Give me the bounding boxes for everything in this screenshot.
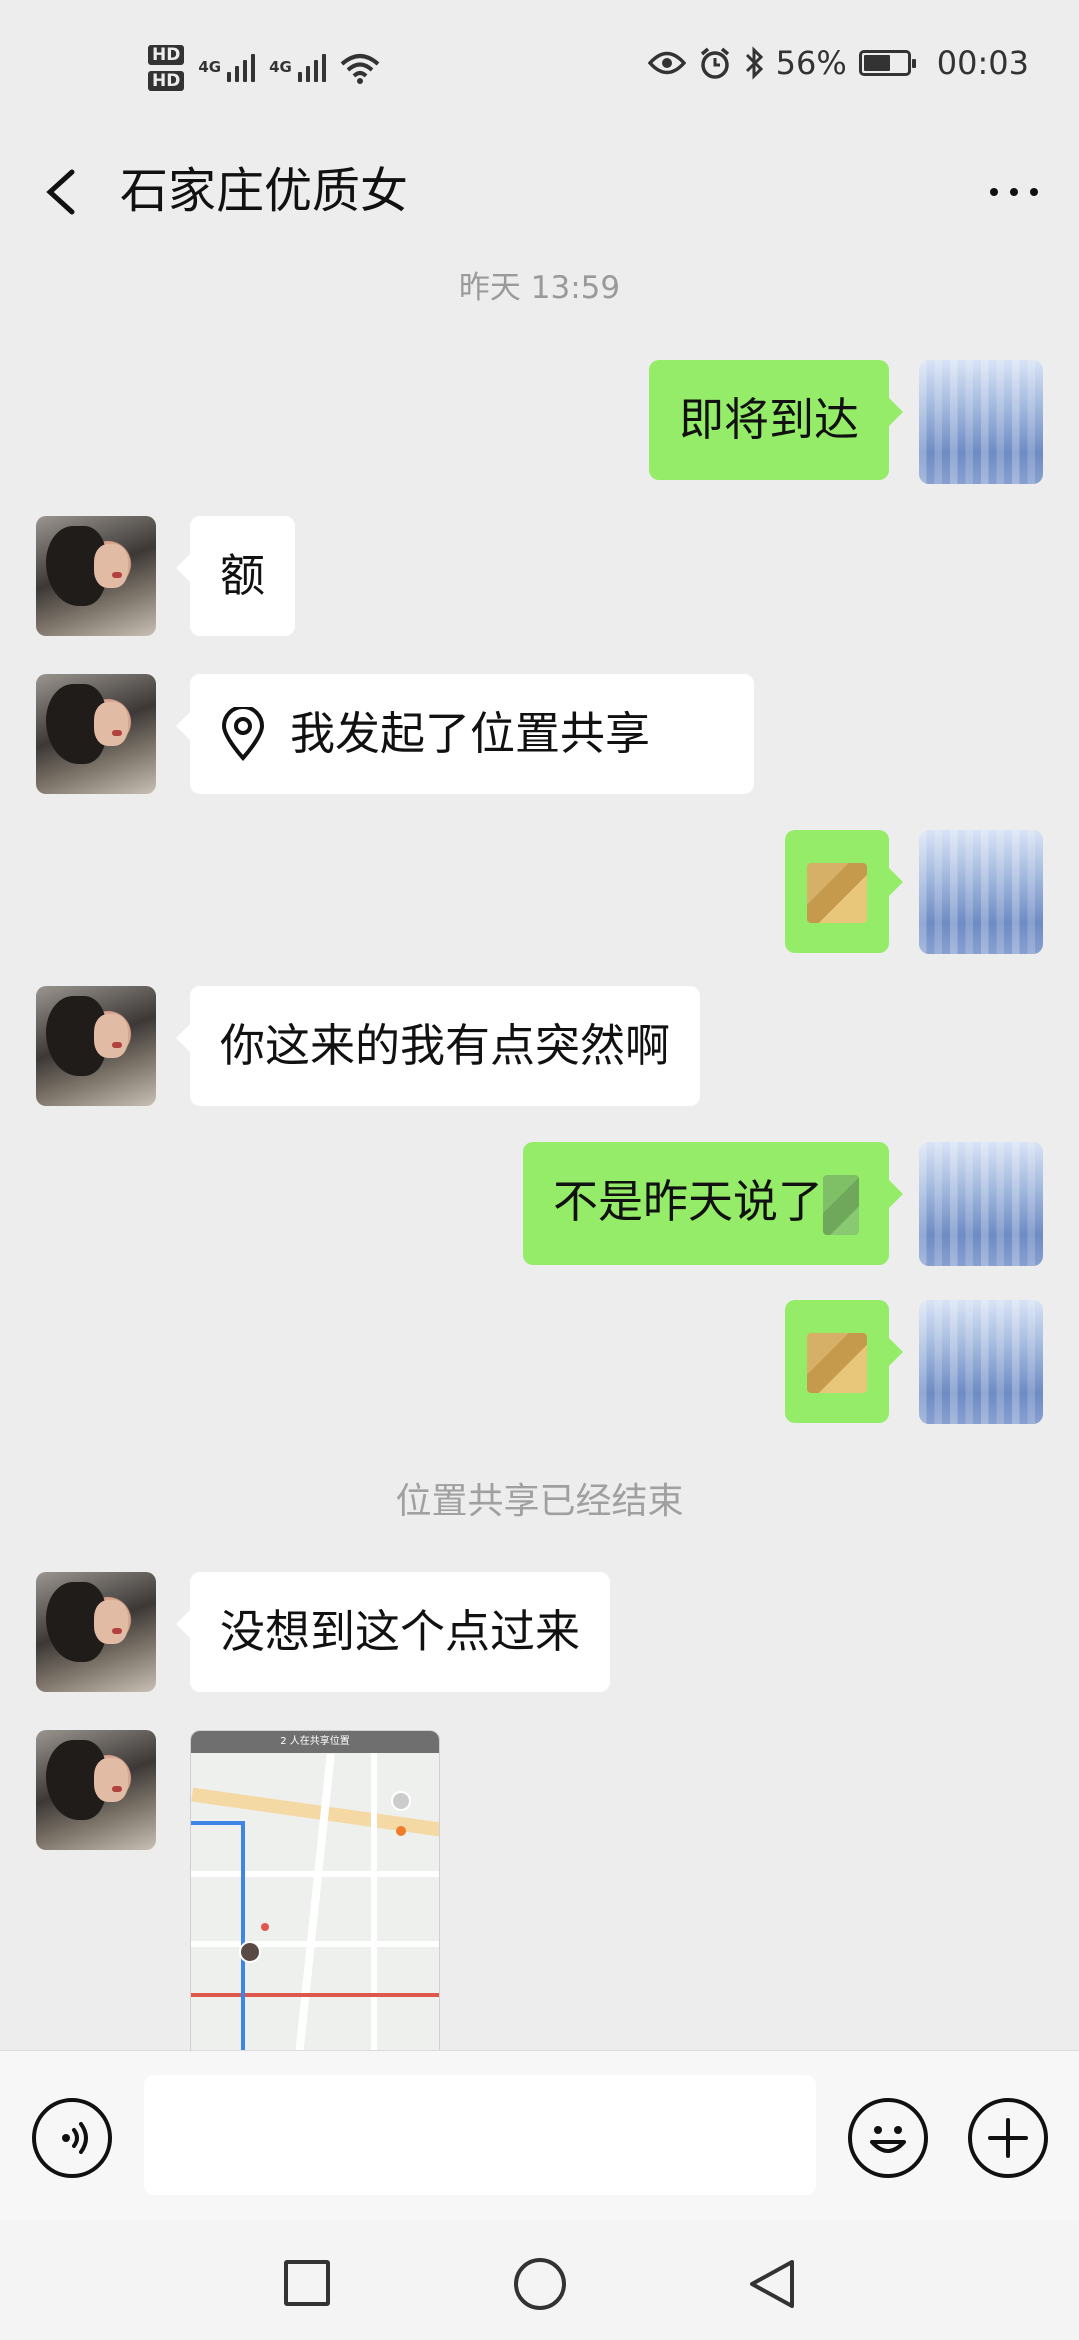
network-indicators: HD HD 4G 4G (148, 38, 380, 98)
voice-icon[interactable] (32, 2098, 112, 2178)
map-poi-marker (396, 1826, 406, 1836)
message-timestamp: 昨天 13:59 (458, 270, 621, 306)
more-dots-icon[interactable] (979, 162, 1049, 222)
map-poi-marker (261, 1923, 269, 1931)
circle-icon[interactable] (514, 2258, 566, 2310)
contact-avatar[interactable] (36, 986, 156, 1106)
map-avatar-marker (391, 1791, 411, 1811)
system-indicators: 56% 00:03 (647, 44, 1029, 82)
message-bubble-incoming[interactable]: 额 (175, 516, 296, 636)
message-bubble-incoming[interactable]: 你这来的我有点突然啊 (175, 986, 701, 1106)
signal-icon-1: 4G (198, 54, 256, 82)
self-avatar[interactable] (919, 1300, 1043, 1424)
contact-avatar[interactable] (36, 1572, 156, 1692)
battery-percent: 56% (775, 44, 847, 82)
message-input[interactable] (144, 2075, 816, 2195)
self-avatar[interactable] (919, 1142, 1043, 1266)
emoji-icon (807, 863, 867, 923)
bluetooth-icon (745, 46, 763, 80)
location-pin-icon (221, 707, 265, 761)
message-list[interactable]: 昨天 13:59 即将到达 额 我发起了位置共享 你这来的我有点突然啊 不是昨天… (0, 250, 1079, 2050)
map-header: 2 人在共享位置 (191, 1731, 439, 1753)
contact-avatar[interactable] (36, 674, 156, 794)
square-icon[interactable] (284, 2260, 330, 2306)
message-bubble-outgoing[interactable]: 即将到达 (648, 360, 904, 480)
emoji-icon (807, 1333, 867, 1393)
triangle-back-icon[interactable] (744, 2256, 798, 2312)
location-map-card[interactable]: 2 人在共享位置 (190, 1730, 440, 2050)
status-bar: HD HD 4G 4G 56% 00:03 (0, 0, 1079, 130)
chevron-left-icon[interactable] (36, 156, 92, 226)
self-avatar[interactable] (919, 830, 1043, 954)
message-bubble-outgoing[interactable]: 不是昨天说了 (522, 1142, 904, 1265)
eye-icon (647, 51, 686, 75)
emoji-icon (823, 1175, 859, 1235)
chat-title: 石家庄优质女 (120, 163, 409, 219)
message-bubble-outgoing-emoji[interactable] (785, 1300, 903, 1423)
message-bubble-outgoing-emoji[interactable] (785, 830, 903, 953)
signal-icon-2: 4G (269, 54, 326, 82)
alarm-icon (700, 47, 729, 79)
location-share-bubble[interactable]: 我发起了位置共享 (176, 674, 754, 794)
clock: 00:03 (936, 44, 1029, 82)
hd-badge-1: HD (148, 45, 185, 65)
battery-icon (858, 50, 916, 76)
map-avatar-marker (239, 1941, 261, 1963)
location-share-text: 我发起了位置共享 (290, 707, 651, 760)
input-bar (0, 2050, 1079, 2220)
system-note: 位置共享已经结束 (395, 1481, 684, 1522)
contact-avatar[interactable] (36, 1730, 156, 1850)
system-navigation-bar (0, 2220, 1079, 2340)
wifi-icon (340, 54, 380, 84)
hd-badges: HD HD (148, 45, 185, 91)
self-avatar[interactable] (919, 360, 1043, 484)
message-bubble-incoming[interactable]: 没想到这个点过来 (175, 1572, 611, 1692)
hd-badge-2: HD (148, 71, 185, 91)
message-text: 不是昨天说了 (552, 1175, 823, 1228)
emoji-icon[interactable] (848, 2098, 928, 2178)
contact-avatar[interactable] (36, 516, 156, 636)
chat-header: 石家庄优质女 (0, 130, 1079, 250)
plus-icon[interactable] (968, 2098, 1048, 2178)
